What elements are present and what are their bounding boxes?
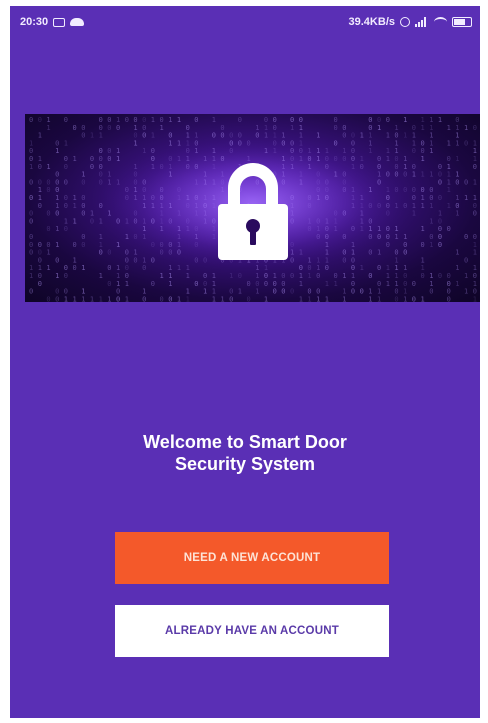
alarm-icon bbox=[400, 17, 410, 27]
battery-icon bbox=[452, 17, 472, 27]
welcome-line-1: Welcome to Smart Door bbox=[143, 432, 347, 452]
already-have-account-button[interactable]: ALREADY HAVE AN ACCOUNT bbox=[115, 605, 389, 657]
status-left: 20:30 bbox=[20, 16, 85, 28]
status-right: 39.4KB/s bbox=[349, 16, 472, 28]
need-new-account-button[interactable]: NEED A NEW ACCOUNT bbox=[115, 532, 389, 584]
message-icon bbox=[53, 17, 66, 27]
wifi-icon bbox=[434, 17, 447, 27]
welcome-line-2: Security System bbox=[174, 454, 316, 474]
signal-icon bbox=[415, 17, 429, 27]
status-bar: 20:30 39.4KB/s bbox=[10, 6, 480, 40]
app-screen: 20:30 39.4KB/s 01001000000011001100110 bbox=[10, 6, 480, 718]
security-banner-image: 0100100000001100110011000010011100000110… bbox=[25, 114, 480, 302]
welcome-message: Welcome to Smart Door Security System bbox=[10, 431, 480, 475]
cloud-icon bbox=[70, 18, 85, 26]
binary-background: 0100100000001100110011000010011100000110… bbox=[25, 114, 480, 302]
network-speed: 39.4KB/s bbox=[348, 16, 395, 28]
status-time: 20:30 bbox=[20, 16, 49, 28]
